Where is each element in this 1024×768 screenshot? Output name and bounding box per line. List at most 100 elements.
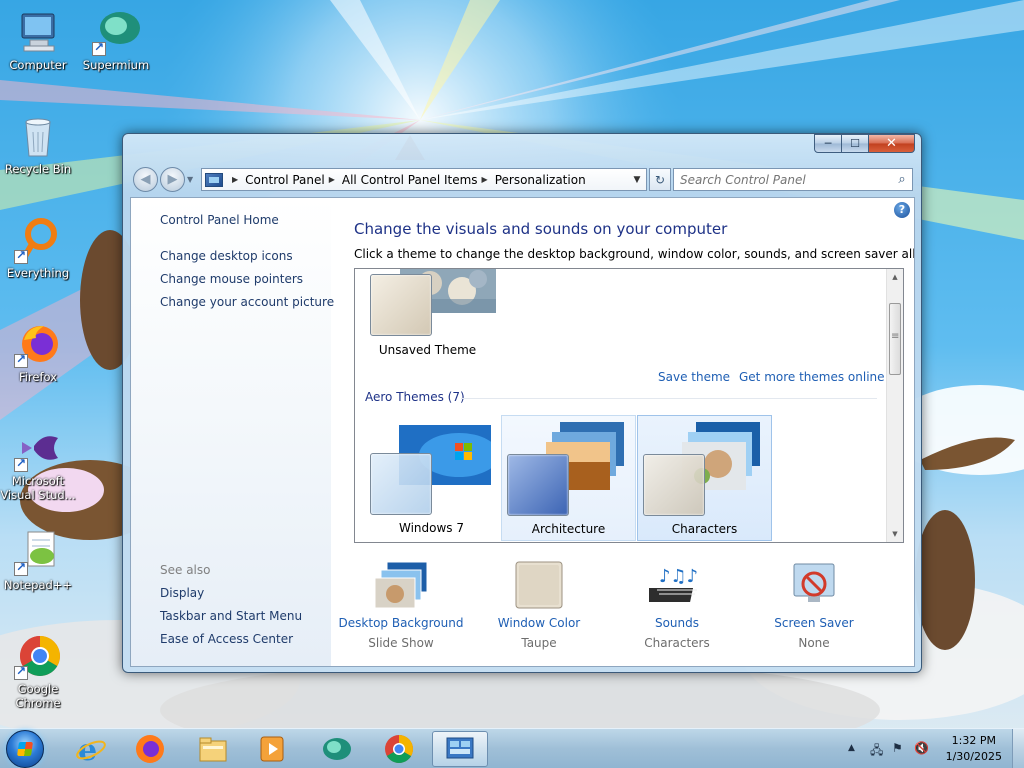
taskbar-control-panel[interactable]	[432, 731, 488, 767]
forward-button[interactable]: ▶	[160, 167, 185, 192]
clock[interactable]: 1:32 PM 1/30/2025	[946, 733, 1002, 765]
screen-saver-icon	[786, 560, 842, 612]
breadcrumb-personalization[interactable]: Personalization	[495, 173, 586, 187]
show-hidden-icons-button[interactable]: ▲	[848, 743, 855, 753]
system-tray: ▲ 🖧 ⚑ 🔇 1:32 PM 1/30/2025	[834, 729, 1024, 768]
save-theme-link[interactable]: Save theme	[658, 370, 730, 384]
sounds-setting[interactable]: ♪♫♪ Sounds Characters	[607, 560, 747, 650]
theme-windows-7[interactable]: Windows 7	[364, 415, 499, 541]
desktop-icon-visual-studio[interactable]: Microsoft Visual Stud...	[0, 424, 76, 502]
desktop-icon-label: Firefox	[18, 370, 58, 384]
taskbar-supermium[interactable]	[308, 731, 364, 767]
taskbar-chrome[interactable]	[371, 731, 427, 767]
theme-unsaved[interactable]: Unsaved Theme	[360, 269, 496, 395]
screen-saver-setting[interactable]: Screen Saver None	[744, 560, 884, 650]
desktop-background-icon	[373, 560, 429, 612]
sounds-value: Characters	[644, 636, 710, 650]
firefox-icon	[136, 735, 164, 763]
desktop-background-link[interactable]: Desktop Background	[331, 616, 471, 630]
change-desktop-icons-link[interactable]: Change desktop icons	[160, 249, 293, 263]
show-desktop-button[interactable]	[1012, 729, 1024, 768]
control-panel-icon	[205, 172, 223, 187]
taskbar-firefox[interactable]	[122, 731, 178, 767]
desktop-background-value: Slide Show	[368, 636, 434, 650]
volume-muted-icon[interactable]: 🔇	[914, 741, 929, 755]
back-button[interactable]: ◀	[133, 167, 158, 192]
file-explorer-icon	[199, 737, 227, 762]
desktop-icon-recycle-bin[interactable]: Recycle Bin	[0, 112, 76, 176]
change-account-picture-link[interactable]: Change your account picture	[160, 295, 334, 309]
start-button[interactable]	[6, 730, 44, 768]
desktop-background-setting[interactable]: Desktop Background Slide Show	[331, 560, 471, 650]
breadcrumb-separator-icon[interactable]: ▶	[232, 175, 238, 184]
address-bar[interactable]: ▶ Control Panel ▶ All Control Panel Items…	[201, 168, 647, 191]
search-input[interactable]	[680, 172, 892, 187]
page-title: Change the visuals and sounds on your co…	[354, 220, 728, 238]
desktop-icon-everything[interactable]: Everything	[0, 216, 76, 280]
desktop-icon-supermium[interactable]: Supermium	[78, 8, 154, 72]
screen-saver-link[interactable]: Screen Saver	[744, 616, 884, 630]
search-icon[interactable]: ⌕	[892, 172, 912, 187]
theme-list-scrollbar[interactable]: ▲ ▼	[886, 269, 903, 542]
close-button[interactable]: ✕	[869, 134, 915, 153]
svg-text:♪♫♪: ♪♫♪	[659, 566, 698, 587]
recent-pages-button[interactable]: ▼	[187, 175, 193, 184]
refresh-button[interactable]: ↻	[649, 168, 671, 191]
taskbar-internet-explorer[interactable]: e	[62, 731, 118, 767]
desktop-icon-label: Computer	[9, 58, 67, 72]
taskbar-media-player[interactable]	[244, 731, 300, 767]
theme-list[interactable]: Unsaved Theme Save theme Get more themes…	[354, 268, 904, 543]
desktop-icon-firefox[interactable]: Firefox	[0, 320, 76, 384]
theme-color-swatch	[370, 274, 432, 336]
network-icon[interactable]: 🖧	[870, 741, 883, 762]
scroll-down-button[interactable]: ▼	[887, 526, 903, 542]
media-player-icon	[260, 736, 284, 762]
chrome-icon	[14, 632, 62, 680]
scroll-thumb[interactable]	[889, 303, 901, 375]
theme-architecture[interactable]: Architecture	[501, 415, 636, 541]
desktop-icon-chrome[interactable]: Google Chrome	[0, 632, 76, 710]
search-box[interactable]: ⌕	[673, 168, 913, 191]
minimize-button[interactable]: ─	[814, 134, 842, 153]
firefox-icon	[14, 320, 62, 368]
desktop-icon-computer[interactable]: Computer	[0, 8, 76, 72]
recycle-bin-icon	[14, 112, 62, 160]
window-controls: ─ ☐ ✕	[814, 134, 915, 153]
action-center-flag-icon[interactable]: ⚑	[892, 741, 903, 755]
taskbar-file-explorer[interactable]	[185, 731, 241, 767]
left-task-pane: Control Panel Home Change desktop icons …	[131, 198, 334, 666]
window-color-value: Taupe	[521, 636, 557, 650]
theme-characters[interactable]: Characters	[637, 415, 772, 541]
get-more-themes-link[interactable]: Get more themes online	[739, 370, 885, 384]
shortcut-arrow-icon	[14, 248, 28, 264]
window-client-area: Control Panel Home Change desktop icons …	[130, 197, 915, 667]
taskbar: e ▲ 🖧 ⚑ 🔇 1:32 PM 1/30/2025	[0, 728, 1024, 768]
desktop-icon-notepadpp[interactable]: Notepad++	[0, 528, 76, 592]
control-panel-home-link[interactable]: Control Panel Home	[160, 213, 279, 227]
taskbar-start-menu-link[interactable]: Taskbar and Start Menu	[160, 609, 302, 623]
ease-of-access-link[interactable]: Ease of Access Center	[160, 632, 293, 646]
sounds-link[interactable]: Sounds	[607, 616, 747, 630]
window-color-link[interactable]: Window Color	[469, 616, 609, 630]
sounds-icon: ♪♫♪	[644, 560, 705, 612]
breadcrumb-control-panel[interactable]: Control Panel ▶	[245, 173, 342, 187]
change-mouse-pointers-link[interactable]: Change mouse pointers	[160, 272, 303, 286]
shortcut-arrow-icon	[14, 560, 28, 576]
theme-name: Characters	[671, 522, 738, 536]
help-icon[interactable]: ?	[894, 202, 910, 218]
maximize-button[interactable]: ☐	[842, 134, 869, 153]
control-panel-icon	[446, 737, 474, 759]
desktop-icon-label: Everything	[6, 266, 70, 280]
screen-saver-value: None	[798, 636, 830, 650]
theme-color-swatch	[370, 453, 432, 515]
window-color-setting[interactable]: Window Color Taupe	[469, 560, 609, 650]
breadcrumb-all-items[interactable]: All Control Panel Items ▶	[342, 173, 495, 187]
see-also-heading: See also	[160, 563, 211, 577]
breadcrumb-separator-icon: ▶	[481, 175, 488, 184]
address-dropdown-icon[interactable]: ▼	[628, 175, 646, 185]
theme-name: Unsaved Theme	[378, 343, 477, 357]
main-content: ? Change the visuals and sounds on your …	[331, 198, 914, 666]
desktop-icon-label: Microsoft Visual Stud...	[0, 474, 76, 502]
scroll-up-button[interactable]: ▲	[887, 269, 903, 285]
display-link[interactable]: Display	[160, 586, 204, 600]
